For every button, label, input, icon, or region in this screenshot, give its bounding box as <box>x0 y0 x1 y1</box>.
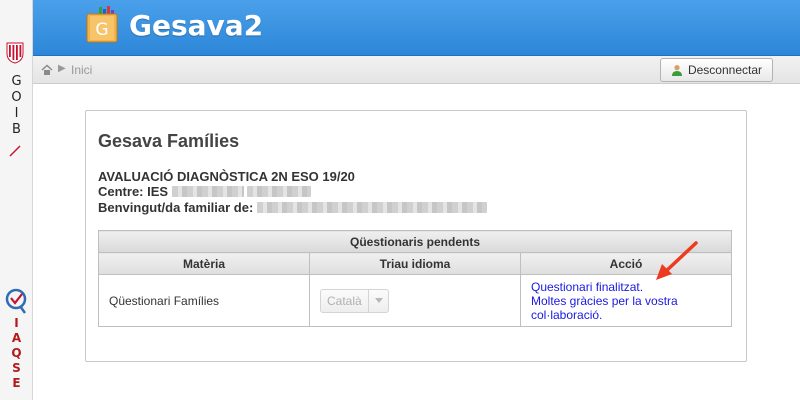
goib-slash-icon <box>9 145 21 157</box>
goib-logo-icon <box>6 42 24 64</box>
language-cell: Català <box>309 274 521 327</box>
app-title: Gesava2 <box>129 9 264 42</box>
exam-title: AVALUACIÓ DIAGNÒSTICA 2N ESO 19/20 <box>98 169 355 184</box>
redacted-centre-name-2 <box>247 186 312 198</box>
families-panel: Gesava Famílies AVALUACIÓ DIAGNÒSTICA 2N… <box>85 110 747 362</box>
table-row: Qüestionari Famílies Català Questionari … <box>98 274 732 327</box>
breadcrumb: ▶ Inici Desconnectar <box>33 56 800 84</box>
iaqse-wordmark: I A Q S E <box>11 316 22 390</box>
redacted-student-name <box>256 202 487 214</box>
language-select-value: Català <box>327 293 362 308</box>
page-title: Gesava Famílies <box>98 131 240 151</box>
language-select[interactable]: Català <box>320 288 389 313</box>
chevron-down-icon <box>368 289 388 312</box>
app-header: G Gesava2 <box>33 0 800 56</box>
side-brand-strip: G O I B I A Q S E <box>0 0 33 400</box>
goib-wordmark: G O I B <box>11 74 22 137</box>
questionnaire-name: Qüestionari Famílies <box>98 274 310 327</box>
breadcrumb-separator-icon: ▶ <box>58 63 66 74</box>
table-caption-row: Qüestionaris pendents <box>98 230 732 253</box>
pending-questionnaires-table: Qüestionaris pendents Matèria Triau idio… <box>98 230 732 327</box>
user-icon <box>671 65 682 76</box>
logout-label: Desconnectar <box>687 63 763 77</box>
home-icon[interactable] <box>41 64 53 76</box>
annotation-arrow-icon <box>656 241 698 280</box>
svg-text:G: G <box>95 20 108 40</box>
centre-label: Centre: IES <box>98 184 169 199</box>
breadcrumb-home-link[interactable]: Inici <box>71 63 92 77</box>
table-header-row: Matèria Triau idioma Acció <box>98 252 732 275</box>
action-status-line-3: col·laboració. <box>531 307 603 322</box>
table-caption: Qüestionaris pendents <box>98 230 732 253</box>
centre-info: Centre: IES <box>98 184 312 199</box>
family-label: Benvingut/da familiar de: <box>98 200 254 215</box>
app-logo-icon[interactable]: G <box>85 6 121 44</box>
column-header-language: Triau idioma <box>309 252 521 275</box>
logout-button[interactable]: Desconnectar <box>660 58 773 82</box>
action-status-line-2: Moltes gràcies per la vostra <box>531 293 678 308</box>
redacted-centre-name <box>171 186 244 198</box>
family-info: Benvingut/da familiar de: <box>98 200 487 215</box>
column-header-subject: Matèria <box>98 252 310 275</box>
iaqse-logo-icon <box>5 288 27 314</box>
